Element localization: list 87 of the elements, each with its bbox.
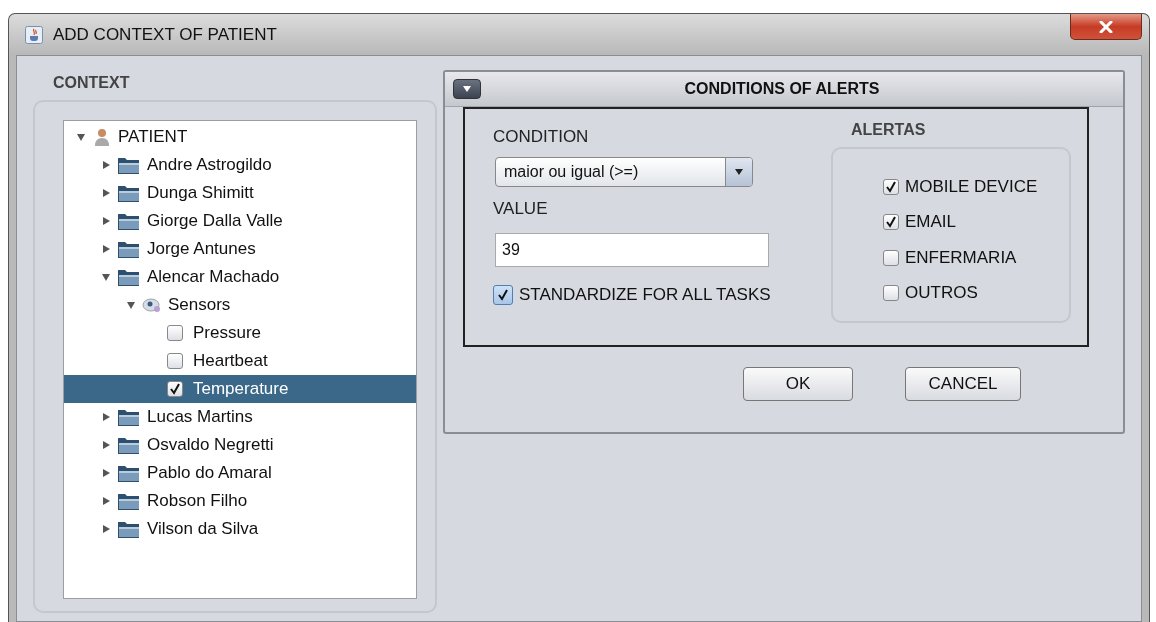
tree-label: Vilson da Silva (147, 519, 259, 539)
close-icon (1099, 20, 1113, 33)
tree-item[interactable]: Pressure (64, 319, 416, 347)
collapsed-arrow-icon[interactable] (101, 524, 111, 534)
tree-item[interactable]: Dunga Shimitt (64, 179, 416, 207)
tree-item[interactable]: Andre Astrogildo (64, 151, 416, 179)
folder-icon (117, 239, 141, 259)
condition-dropdown[interactable]: maior ou igual (>=) (495, 157, 753, 187)
check-mark-icon (497, 288, 509, 301)
panel-title: CONDITIONS OF ALERTS (683, 80, 881, 98)
tree-label: PATIENT (118, 127, 188, 147)
tree-label: Jorge Antunes (147, 239, 256, 259)
tree-item[interactable]: PATIENT (64, 123, 416, 151)
tree-label: Giorge Dalla Valle (147, 211, 283, 231)
tree-label: Pressure (193, 323, 262, 343)
checkbox-label: EMAIL (905, 212, 957, 233)
tree-label: Dunga Shimitt (147, 183, 254, 203)
tree-label: Robson Filho (147, 491, 248, 511)
person-icon (92, 127, 112, 147)
close-button[interactable] (1070, 14, 1142, 40)
collapsed-arrow-icon[interactable] (101, 468, 111, 478)
collapsed-arrow-icon[interactable] (101, 496, 111, 506)
collapsed-arrow-icon[interactable] (101, 188, 111, 198)
folder-icon (117, 519, 141, 539)
folder-icon (117, 183, 141, 203)
collapse-button[interactable] (453, 79, 481, 99)
tree-item[interactable]: Sensors (64, 291, 416, 319)
checkbox[interactable] (167, 381, 183, 397)
tree-item[interactable]: Osvaldo Negretti (64, 431, 416, 459)
checkbox-label: MOBILE DEVICE (905, 176, 1038, 197)
tree-label: Heartbeat (193, 351, 268, 371)
dialog-button[interactable]: OK (743, 367, 853, 401)
window-title: ADD CONTEXT OF PATIENT (53, 24, 277, 45)
expanded-arrow-icon[interactable] (76, 132, 86, 142)
condition-label: CONDITION (493, 127, 590, 148)
checkbox[interactable] (493, 284, 513, 305)
collapsed-arrow-icon[interactable] (101, 412, 111, 422)
folder-icon (117, 435, 141, 455)
collapsed-arrow-icon[interactable] (101, 244, 111, 254)
tree-item[interactable]: Lucas Martins (64, 403, 416, 431)
value-field[interactable]: 39 (495, 233, 769, 267)
collapsed-arrow-icon[interactable] (101, 160, 111, 170)
section-title: CONTEXT (53, 74, 131, 93)
tree-item[interactable]: Robson Filho (64, 487, 416, 515)
tree-item[interactable]: Alencar Machado (64, 263, 416, 291)
collapsed-arrow-icon[interactable] (101, 440, 111, 450)
tree-label: Pablo do Amaral (147, 463, 272, 483)
checkbox-label: STANDARDIZE FOR ALL TASKS (519, 284, 771, 305)
tree-item[interactable]: Temperature (64, 375, 416, 403)
tree-item[interactable]: Giorge Dalla Valle (64, 207, 416, 235)
expanded-arrow-icon[interactable] (126, 300, 136, 310)
tree-label: Andre Astrogildo (147, 155, 272, 175)
tree-item[interactable]: Pablo do Amaral (64, 459, 416, 487)
tree-label: Temperature (193, 379, 289, 399)
check-mark-icon (169, 383, 181, 395)
tree-label: Lucas Martins (147, 407, 253, 427)
folder-icon (117, 267, 141, 287)
checkbox[interactable] (167, 353, 183, 369)
collapsed-arrow-icon[interactable] (101, 216, 111, 226)
cup-icon (25, 25, 43, 44)
folder-icon (117, 407, 141, 427)
tree-label: Sensors (168, 295, 231, 315)
folder-icon (117, 211, 141, 231)
checkbox[interactable] (883, 178, 899, 195)
tree-label: Alencar Machado (147, 267, 280, 287)
check-mark-icon (885, 216, 897, 229)
group-title: ALERTAS (850, 121, 927, 140)
tree-item[interactable]: Heartbeat (64, 347, 416, 375)
checkbox-label: ENFERMARIA (905, 247, 1017, 268)
folder-icon (117, 155, 141, 175)
sensor-icon (142, 297, 162, 313)
checkbox[interactable] (167, 325, 183, 341)
caret-icon (734, 168, 744, 176)
check-mark-icon (885, 180, 897, 193)
caret-icon (462, 85, 472, 93)
checkbox[interactable] (883, 285, 899, 302)
folder-icon (117, 491, 141, 511)
checkbox[interactable] (883, 249, 899, 266)
tree-label: Osvaldo Negretti (147, 435, 274, 455)
tree-item[interactable]: Vilson da Silva (64, 515, 416, 543)
value-label: VALUE (493, 199, 549, 220)
checkbox-label: OUTROS (905, 283, 978, 304)
tree-item[interactable]: Jorge Antunes (64, 235, 416, 263)
dialog-button[interactable]: CANCEL (905, 367, 1021, 401)
folder-icon (117, 463, 141, 483)
expanded-arrow-icon[interactable] (101, 272, 111, 282)
checkbox[interactable] (883, 214, 899, 231)
